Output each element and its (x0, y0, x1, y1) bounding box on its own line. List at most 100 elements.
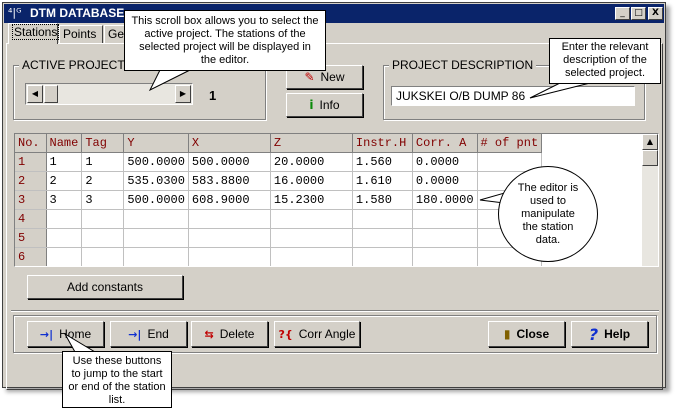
cell-name[interactable]: 2 (46, 171, 83, 191)
cell-x[interactable] (188, 247, 271, 266)
cell-z[interactable]: 16.0000 (270, 171, 353, 191)
table-row[interactable]: 5 (15, 228, 543, 248)
minimize-button[interactable]: _ (615, 7, 630, 20)
maximize-button[interactable]: □ (631, 7, 646, 20)
cell-x[interactable] (188, 228, 271, 248)
table-row[interactable]: 3 3 3 500.0000 608.9000 15.2300 1.580 180.0000 (15, 190, 543, 210)
col-header-tag[interactable]: Tag (81, 134, 125, 153)
table-row[interactable]: 6 (15, 247, 543, 266)
cell-y[interactable] (123, 209, 189, 229)
tab-points[interactable]: Points (59, 25, 103, 43)
cell-y[interactable]: 500.0000 (123, 152, 189, 172)
corr-angle-icon: ?{ (278, 327, 293, 341)
cell-y[interactable] (123, 247, 189, 266)
station-table: No. Name Tag Y X Z Instr.H Corr. A # of … (15, 134, 543, 266)
cell-corr-a[interactable] (412, 228, 478, 248)
grid-vertical-scrollbar[interactable]: ▲ (642, 134, 658, 266)
help-button[interactable]: ? Help (571, 321, 648, 347)
close-button[interactable]: ▮ Close (488, 321, 565, 347)
cell-tag[interactable] (81, 209, 125, 229)
table-row[interactable]: 2 2 2 535.0300 583.8800 16.0000 1.610 0.0000 (15, 171, 543, 191)
app-icon: ⁴|ᴳ (8, 6, 22, 19)
col-header-no[interactable]: No. (15, 134, 47, 153)
scroll-right-button[interactable]: ▶ (175, 85, 191, 103)
divider (11, 310, 659, 312)
cell-instr-h[interactable] (352, 209, 413, 229)
cell-corr-a[interactable] (412, 247, 478, 266)
cell-tag[interactable]: 2 (81, 171, 125, 191)
cell-z[interactable]: 15.2300 (270, 190, 353, 210)
col-header-corr-a[interactable]: Corr. A (412, 134, 478, 153)
cell-x[interactable]: 583.8800 (188, 171, 271, 191)
cell-x[interactable]: 500.0000 (188, 152, 271, 172)
tab-stations[interactable]: Stations (8, 23, 60, 44)
scroll-left-button[interactable]: ◀ (27, 85, 43, 103)
cell-tag[interactable] (81, 228, 125, 248)
active-project-label: ACTIVE PROJECT (19, 58, 128, 72)
end-arrow-icon: →| (128, 327, 142, 341)
cell-instr-h[interactable]: 1.560 (352, 152, 413, 172)
grid-scroll-up-button[interactable]: ▲ (642, 134, 658, 150)
cell-x[interactable]: 608.9000 (188, 190, 271, 210)
cell-x[interactable] (188, 209, 271, 229)
col-header-num-pnt[interactable]: # of pnt (477, 134, 543, 153)
cell-z[interactable] (270, 209, 353, 229)
cell-name[interactable] (46, 209, 83, 229)
cell-z[interactable] (270, 228, 353, 248)
cell-corr-a[interactable]: 0.0000 (412, 171, 478, 191)
table-row[interactable]: 4 (15, 209, 543, 229)
delete-button[interactable]: ⇆ Delete (191, 321, 268, 347)
grid-scroll-thumb[interactable] (642, 150, 658, 166)
cell-corr-a[interactable]: 0.0000 (412, 152, 478, 172)
cell-z[interactable]: 20.0000 (270, 152, 353, 172)
cell-instr-h[interactable]: 1.610 (352, 171, 413, 191)
col-header-y[interactable]: Y (123, 134, 189, 153)
cell-instr-h[interactable]: 1.580 (352, 190, 413, 210)
cell-y[interactable]: 500.0000 (123, 190, 189, 210)
row-number[interactable]: 2 (15, 171, 47, 191)
row-number[interactable]: 1 (15, 152, 47, 172)
cell-corr-a[interactable] (412, 209, 478, 229)
door-icon: ▮ (503, 327, 511, 341)
new-pencil-icon: ✎ (304, 70, 315, 84)
editor-callout: The editor is used to manipulate the sta… (498, 166, 598, 262)
home-button[interactable]: →| Home (27, 321, 104, 347)
buttons-callout: Use these buttons to jump to the start o… (62, 351, 172, 408)
cell-instr-h[interactable] (352, 247, 413, 266)
corr-angle-button[interactable]: ?{ Corr Angle (274, 321, 360, 347)
project-description-input[interactable]: JUKSKEI O/B DUMP 86 (391, 86, 635, 106)
close-window-button[interactable]: X (648, 7, 663, 20)
cell-tag[interactable] (81, 247, 125, 266)
cell-corr-a[interactable]: 180.0000 (412, 190, 478, 210)
row-number[interactable]: 5 (15, 228, 47, 248)
cell-name[interactable] (46, 228, 83, 248)
info-button[interactable]: i Info (286, 93, 363, 117)
col-header-z[interactable]: Z (270, 134, 353, 153)
cell-z[interactable] (270, 247, 353, 266)
info-icon: i (309, 98, 314, 112)
grid-header-row: No. Name Tag Y X Z Instr.H Corr. A # of … (15, 134, 543, 153)
cell-name[interactable] (46, 247, 83, 266)
cell-instr-h[interactable] (352, 228, 413, 248)
project-description-label: PROJECT DESCRIPTION (389, 58, 537, 72)
row-number[interactable]: 6 (15, 247, 47, 266)
cell-tag[interactable]: 3 (81, 190, 125, 210)
col-header-instr-h[interactable]: Instr.H (352, 134, 413, 153)
add-constants-button[interactable]: Add constants (27, 275, 183, 299)
cell-tag[interactable]: 1 (81, 152, 125, 172)
cell-y[interactable] (123, 228, 189, 248)
row-number[interactable]: 4 (15, 209, 47, 229)
row-number[interactable]: 3 (15, 190, 47, 210)
scroll-box-callout: This scroll box allows you to select the… (124, 10, 326, 71)
cell-name[interactable]: 1 (46, 152, 83, 172)
title-bar[interactable]: ⁴|ᴳ DTM DATABASE _ □ X (4, 4, 664, 23)
table-row[interactable]: 1 1 1 500.0000 500.0000 20.0000 1.560 0.0000 (15, 152, 543, 172)
project-scrollbar[interactable]: ◀ ▶ (25, 83, 193, 105)
cell-name[interactable]: 3 (46, 190, 83, 210)
cell-y[interactable]: 535.0300 (123, 171, 189, 191)
col-header-x[interactable]: X (188, 134, 271, 153)
description-callout: Enter the relevant description of the se… (549, 38, 661, 84)
end-button[interactable]: →| End (110, 321, 187, 347)
scroll-thumb[interactable] (44, 85, 58, 103)
col-header-name[interactable]: Name (46, 134, 83, 153)
